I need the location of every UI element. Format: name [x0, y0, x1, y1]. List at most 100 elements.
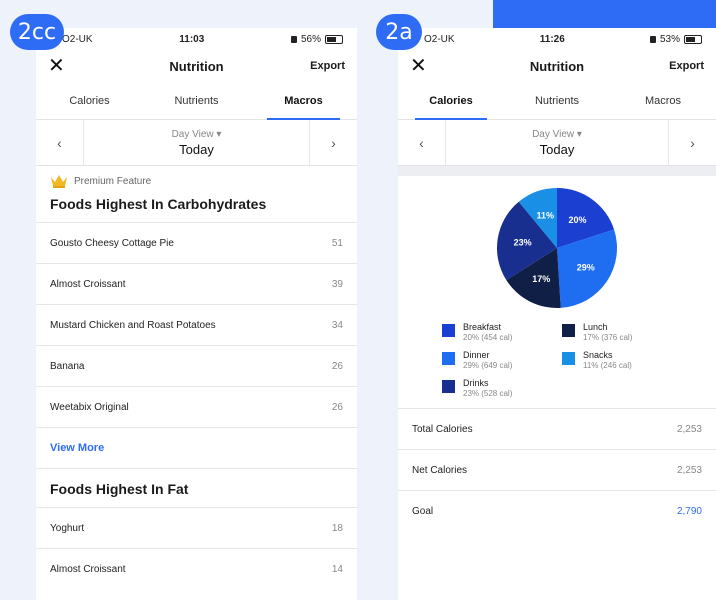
status-bar: O2-UK 11:26 53%: [398, 28, 716, 50]
crown-icon: [51, 175, 67, 188]
tab-calories[interactable]: Calories: [36, 82, 143, 119]
battery-indicator: 56%: [290, 33, 343, 45]
food-row[interactable]: Mustard Chicken and Roast Potatoes 34: [36, 304, 357, 345]
food-value: 18: [331, 522, 343, 534]
nav-bar: ✕ Nutrition Export: [398, 50, 716, 82]
previous-day-button[interactable]: ‹: [36, 120, 84, 165]
tab-bar: Calories Nutrients Macros: [398, 82, 716, 120]
day-view-value: Today: [179, 141, 214, 157]
legend-detail: 11% (246 cal): [583, 361, 632, 370]
food-value: 26: [331, 360, 343, 372]
battery-percent: 53%: [659, 33, 680, 45]
row-value: 2,253: [676, 464, 702, 476]
tab-bar: Calories Nutrients Macros: [36, 82, 357, 120]
lock-icon: [649, 35, 656, 43]
food-value: 51: [331, 237, 343, 249]
nav-bar: ✕ Nutrition Export: [36, 50, 357, 82]
food-row[interactable]: Yoghurt 18: [36, 507, 357, 548]
premium-feature-text: Premium Feature: [74, 175, 152, 187]
day-view-label: Day View ▾: [532, 128, 582, 140]
calorie-pie-chart: 20% 29% 17% 23% 11%: [398, 176, 716, 310]
pie-label-snacks: 11%: [536, 210, 554, 220]
legend-name: Breakfast: [463, 322, 502, 332]
legend-swatch: [442, 380, 455, 393]
status-time: 11:03: [179, 33, 205, 45]
tab-calories[interactable]: Calories: [398, 82, 504, 120]
screen-badge-left: 2cc: [10, 14, 64, 50]
battery-indicator: 53%: [649, 33, 702, 45]
legend-detail: 20% (454 cal): [463, 333, 513, 342]
food-value: 34: [331, 319, 343, 331]
legend-name: Snacks: [583, 350, 613, 360]
row-value: 2,253: [676, 423, 702, 435]
food-name: Almost Croissant: [50, 278, 126, 290]
fat-section-title: Foods Highest In Fat: [36, 468, 357, 507]
food-value: 39: [331, 278, 343, 290]
food-value: 26: [331, 401, 343, 413]
legend-name: Drinks: [463, 378, 489, 388]
food-row[interactable]: Banana 26: [36, 345, 357, 386]
section-divider: [398, 166, 716, 176]
day-view-value: Today: [539, 141, 575, 157]
screen-badge-right: 2a: [376, 14, 422, 50]
close-icon[interactable]: ✕: [48, 56, 65, 76]
row-label: Total Calories: [412, 423, 473, 435]
pie-label-lunch: 17%: [532, 274, 550, 284]
legend-swatch: [442, 324, 455, 337]
day-view-label: Day View ▾: [171, 128, 222, 140]
carbs-section-title: Foods Highest In Carbohydrates: [50, 196, 267, 212]
premium-feature-label: Premium Feature: [36, 166, 357, 188]
legend-name: Lunch: [583, 322, 608, 332]
pie-label-drinks: 23%: [514, 238, 532, 248]
previous-day-button[interactable]: ‹: [398, 120, 446, 165]
food-name: Weetabix Original: [50, 401, 129, 413]
pie-chart-svg: 20% 29% 17% 23% 11%: [497, 188, 617, 308]
legend-item-drinks: Drinks 23% (528 cal): [442, 378, 552, 398]
legend-detail: 17% (376 cal): [583, 333, 633, 342]
tab-nutrients[interactable]: Nutrients: [504, 82, 610, 119]
legend-item-lunch: Lunch 17% (376 cal): [562, 322, 672, 342]
food-row[interactable]: Almost Croissant 39: [36, 263, 357, 304]
tab-macros[interactable]: Macros: [250, 82, 357, 120]
total-calories-row: Total Calories 2,253: [398, 408, 716, 449]
next-day-button[interactable]: ›: [309, 120, 357, 165]
chevron-left-icon: ‹: [419, 134, 424, 151]
tab-nutrients[interactable]: Nutrients: [143, 82, 250, 119]
lock-icon: [290, 35, 297, 43]
pie-legend: Breakfast 20% (454 cal) Lunch 17% (376 c…: [398, 310, 716, 408]
food-row[interactable]: Almost Croissant 14: [36, 548, 357, 589]
food-row[interactable]: Gousto Cheesy Cottage Pie 51: [36, 222, 357, 263]
export-button[interactable]: Export: [669, 60, 704, 72]
pie-label-breakfast: 20%: [568, 215, 586, 225]
food-name: Almost Croissant: [50, 563, 126, 575]
next-day-button[interactable]: ›: [668, 120, 716, 165]
view-more-link[interactable]: View More: [36, 427, 357, 468]
pie-label-dinner: 29%: [577, 263, 595, 273]
food-value: 14: [331, 563, 343, 575]
export-button[interactable]: Export: [310, 60, 345, 72]
battery-icon: [324, 34, 343, 44]
goal-value-link[interactable]: 2,790: [677, 506, 702, 517]
food-name: Banana: [50, 360, 85, 372]
row-label: Net Calories: [412, 464, 468, 476]
chevron-right-icon: ›: [331, 134, 336, 151]
legend-item-snacks: Snacks 11% (246 cal): [562, 350, 672, 370]
row-label: Goal: [412, 505, 434, 517]
phone-screen-macros: O2-UK 11:03 56% ✕ Nutrition Export Calor…: [36, 28, 357, 600]
day-view-picker[interactable]: Day View ▾ Today: [446, 120, 668, 165]
legend-detail: 23% (528 cal): [463, 389, 513, 398]
net-calories-row: Net Calories 2,253: [398, 449, 716, 490]
close-icon[interactable]: ✕: [410, 56, 427, 76]
status-time: 11:26: [539, 33, 565, 45]
food-name: Gousto Cheesy Cottage Pie: [50, 237, 174, 249]
chevron-right-icon: ›: [690, 134, 695, 151]
day-view-selector: ‹ Day View ▾ Today ›: [398, 120, 716, 166]
legend-item-dinner: Dinner 29% (649 cal): [442, 350, 552, 370]
battery-icon: [683, 34, 702, 44]
battery-percent: 56%: [300, 33, 321, 45]
day-view-picker[interactable]: Day View ▾ Today: [84, 120, 309, 165]
goal-row[interactable]: Goal 2,790: [398, 490, 716, 531]
food-row[interactable]: Weetabix Original 26: [36, 386, 357, 427]
tab-macros[interactable]: Macros: [610, 82, 716, 119]
food-name: Yoghurt: [50, 522, 85, 534]
